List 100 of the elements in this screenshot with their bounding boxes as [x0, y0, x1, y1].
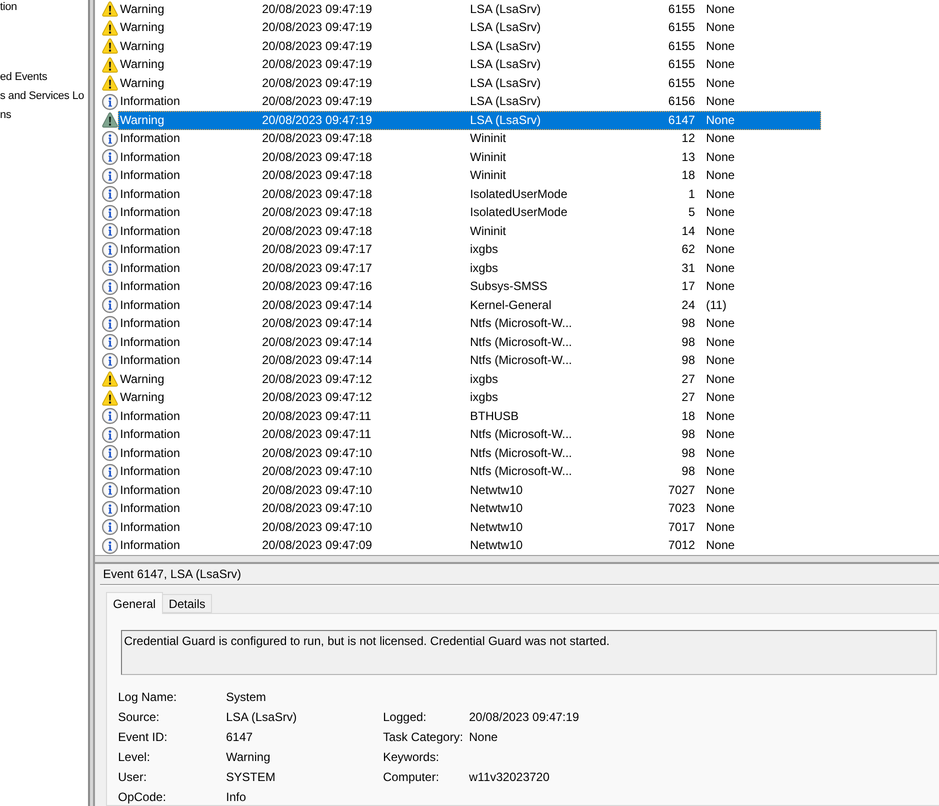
- tab[interactable]: Details: [162, 594, 212, 613]
- event-id: 6147: [668, 114, 695, 127]
- event-level: Information: [120, 132, 180, 146]
- event-level: Warning: [120, 114, 164, 127]
- event-id: 62: [682, 243, 695, 256]
- info-icon: [102, 204, 118, 221]
- info-icon: [102, 519, 118, 536]
- event-task-category: None: [706, 76, 735, 90]
- event-level: Warning: [120, 58, 164, 72]
- event-source: LSA (LsaSrv): [470, 58, 541, 72]
- event-date-time: 20/08/2023 09:47:18: [262, 206, 372, 220]
- event-source: LSA (LsaSrv): [470, 40, 541, 53]
- field-value: Info: [226, 790, 246, 804]
- event-task-category: None: [706, 317, 735, 330]
- event-level: Information: [120, 188, 180, 201]
- event-source: Ntfs (Microsoft-W...: [470, 428, 572, 442]
- tree-item[interactable]: ed Events: [0, 70, 48, 85]
- event-id: 6155: [668, 21, 695, 34]
- event-task-category: None: [706, 58, 735, 72]
- event-date-time: 20/08/2023 09:47:11: [262, 428, 372, 442]
- event-task-category: None: [706, 391, 735, 404]
- event-id: 6155: [668, 58, 695, 72]
- event-id: 18: [682, 410, 695, 423]
- event-task-category: None: [706, 336, 735, 349]
- event-task-category: None: [706, 40, 735, 53]
- warning-icon: [102, 75, 118, 92]
- pane-splitter[interactable]: [95, 556, 939, 564]
- event-level: Information: [120, 224, 180, 238]
- event-task-category: None: [706, 132, 735, 146]
- event-level: Information: [120, 354, 180, 368]
- event-source: LSA (LsaSrv): [470, 2, 541, 16]
- field-label: Log Name:: [118, 690, 177, 704]
- pane-splitter[interactable]: [88, 0, 95, 806]
- event-task-category: None: [706, 224, 735, 238]
- event-id: 5: [688, 206, 695, 220]
- event-source: BTHUSB: [470, 410, 519, 423]
- field-label: Level:: [118, 750, 150, 764]
- event-task-category: None: [706, 21, 735, 34]
- event-level: Warning: [120, 21, 164, 34]
- tree-item[interactable]: s and Services Lo: [0, 89, 84, 104]
- event-id: 7012: [668, 539, 695, 552]
- info-icon: [102, 334, 118, 350]
- event-date-time: 20/08/2023 09:47:19: [262, 21, 372, 34]
- event-level: Information: [120, 502, 180, 516]
- warning-icon: [102, 112, 118, 128]
- info-icon: [102, 149, 118, 166]
- event-id: 17: [682, 280, 695, 294]
- warning-icon: [102, 20, 118, 36]
- event-date-time: 20/08/2023 09:47:10: [262, 502, 372, 516]
- field-value: Warning: [226, 750, 270, 764]
- event-source: ixgbs: [470, 262, 498, 275]
- event-date-time: 20/08/2023 09:47:19: [262, 40, 372, 53]
- event-task-category: None: [706, 188, 735, 201]
- info-icon: [102, 168, 118, 184]
- event-task-category: None: [706, 262, 735, 275]
- tab[interactable]: General: [106, 592, 163, 614]
- event-source: Wininit: [470, 224, 506, 238]
- event-source: Subsys-SMSS: [470, 280, 548, 294]
- event-source: Netwtw10: [470, 539, 523, 552]
- event-task-category: None: [706, 446, 735, 460]
- field-label: Task Category:: [383, 730, 464, 744]
- event-date-time: 20/08/2023 09:47:18: [262, 132, 372, 146]
- event-task-category: None: [706, 114, 735, 127]
- event-id: 6155: [668, 40, 695, 53]
- event-id: 27: [682, 391, 695, 404]
- event-source: LSA (LsaSrv): [470, 95, 541, 108]
- field-label: Keywords:: [383, 750, 440, 764]
- event-date-time: 20/08/2023 09:47:11: [262, 410, 372, 423]
- tree-item[interactable]: ns: [0, 108, 12, 123]
- event-source: Netwtw10: [470, 484, 523, 497]
- event-level: Information: [120, 428, 180, 442]
- event-id: 13: [682, 150, 695, 164]
- warning-icon: [102, 371, 118, 388]
- event-level: Information: [120, 298, 180, 312]
- event-level: Information: [120, 206, 180, 220]
- event-source: LSA (LsaSrv): [470, 21, 541, 34]
- event-task-category: None: [706, 465, 735, 478]
- event-level: Warning: [120, 76, 164, 90]
- event-task-category: None: [706, 206, 735, 220]
- selected-row[interactable]: Warning 20/08/2023 09:47:19 LSA (LsaSrv) 6147 None: [118, 111, 821, 130]
- event-date-time: 20/08/2023 09:47:18: [262, 169, 372, 182]
- event-task-category: None: [706, 410, 735, 423]
- event-date-time: 20/08/2023 09:47:12: [262, 372, 372, 386]
- field-label: Source:: [118, 710, 160, 724]
- event-date-time: 20/08/2023 09:47:10: [262, 520, 372, 534]
- event-level: Information: [120, 539, 180, 552]
- event-date-time: 20/08/2023 09:47:19: [262, 95, 372, 108]
- info-icon: [102, 186, 118, 202]
- event-level: Warning: [120, 372, 164, 386]
- event-date-time: 20/08/2023 09:47:10: [262, 446, 372, 460]
- event-date-time: 20/08/2023 09:47:18: [262, 150, 372, 164]
- field-value: System: [226, 690, 266, 704]
- event-source: IsolatedUserMode: [470, 188, 568, 201]
- event-task-category: None: [706, 2, 735, 16]
- event-id: 18: [682, 169, 695, 182]
- event-level: Warning: [120, 391, 164, 404]
- event-level: Information: [120, 150, 180, 164]
- tree-item[interactable]: tion: [0, 0, 17, 15]
- event-task-category: None: [706, 484, 735, 497]
- event-source: Ntfs (Microsoft-W...: [470, 336, 572, 349]
